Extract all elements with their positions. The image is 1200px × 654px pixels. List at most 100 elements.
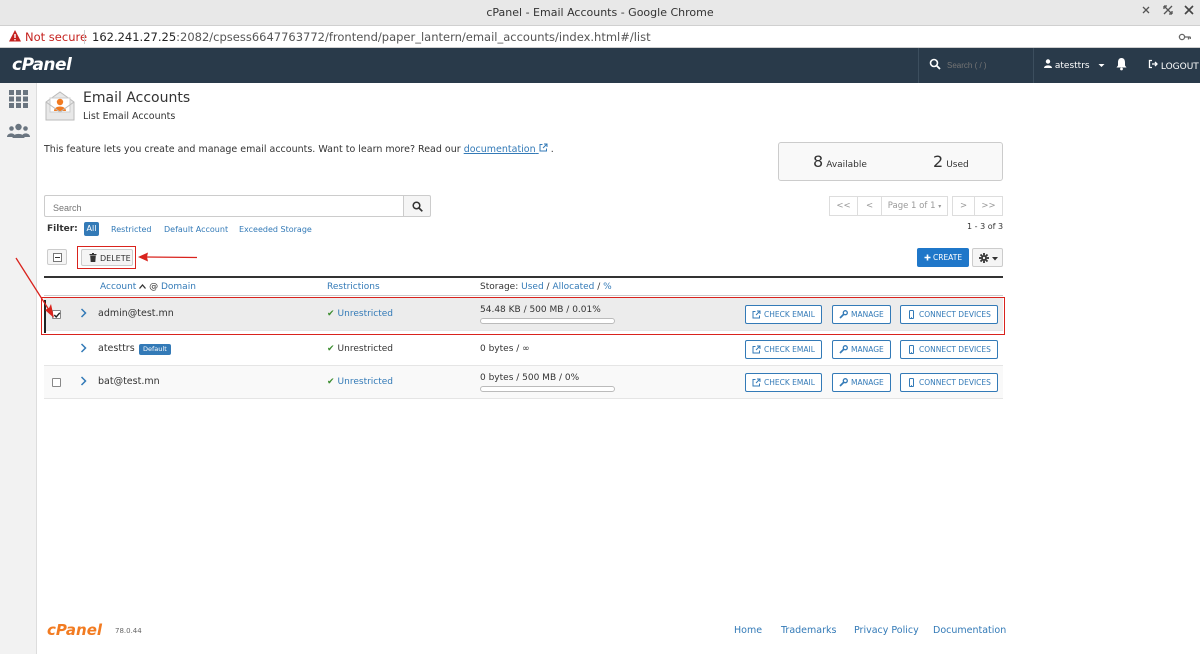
documentation-link[interactable]: documentation [463,143,548,155]
page-select-label: Page 1 of 1 [887,201,936,211]
page-subtitle: List Email Accounts [83,111,176,122]
create-label: CREATE [933,253,963,262]
check-icon: ✔ [327,344,335,354]
annotation-highlight-delete [77,246,136,269]
manage-button[interactable]: MANAGE [832,373,891,392]
mobile-device-icon [909,378,914,387]
header-search[interactable] [918,48,1034,83]
sort-up-icon [139,284,147,289]
documentation-link-label: documentation [463,144,536,155]
bell-icon[interactable] [1115,57,1128,71]
cpanel-header: cPanel atesttrs LOGOUT [0,48,1200,83]
sort-restrictions-header[interactable]: Restrictions [327,282,380,292]
table-row[interactable]: bat@test.mn ✔ Unrestricted 0 bytes / 500 … [44,366,1003,399]
account-name: bat@test.mn [98,376,160,387]
user-menu[interactable]: atesttrs [1044,59,1105,71]
used-label: Used [946,160,969,170]
users-group-icon[interactable] [7,123,30,139]
header-search-input[interactable] [945,58,1029,72]
grid-apps-icon[interactable] [9,90,28,108]
search-button[interactable] [404,195,431,217]
default-badge: Default [139,344,171,355]
footer-link-home[interactable]: Home [734,625,762,636]
gear-icon [979,253,989,263]
restriction-status: ✔ Unrestricted [327,344,393,354]
footer-link-privacy-policy[interactable]: Privacy Policy [854,625,919,636]
cpanel-logo[interactable]: cPanel [12,55,72,75]
connect-devices-label: CONNECT DEVICES [919,378,991,387]
restriction-label: Unrestricted [337,377,394,387]
url-host: 162.241.27.25 [92,30,177,44]
last-page-button[interactable]: >> [974,196,1003,216]
address-bar[interactable]: Not secure 162.241.27.25:2082/cpsess6647… [0,26,1200,48]
sort-domain-header[interactable]: Domain [161,282,196,292]
sort-allocated-header[interactable]: Allocated [552,282,594,292]
connect-devices-button[interactable]: CONNECT DEVICES [900,340,998,359]
restriction-status[interactable]: ✔ Unrestricted [327,377,393,387]
plus-icon [924,254,931,261]
logout-button[interactable]: LOGOUT [1148,59,1199,72]
page-title: Email Accounts [83,90,191,106]
key-icon[interactable] [1178,30,1192,44]
check-email-button[interactable]: CHECK EMAIL [745,340,822,359]
chevron-right-icon[interactable] [80,376,87,386]
maximize-icon[interactable] [1160,4,1176,20]
connect-devices-button[interactable]: CONNECT DEVICES [900,373,998,392]
check-email-label: CHECK EMAIL [764,378,815,387]
warning-icon [9,30,21,42]
filter-default-account[interactable]: Default Account [164,225,228,234]
manage-button[interactable]: MANAGE [832,340,891,359]
security-status[interactable]: Not secure [25,30,87,44]
wrench-icon [839,378,848,387]
window-titlebar: cPanel - Email Accounts - Google Chrome [0,0,1200,26]
account-search[interactable] [44,195,404,218]
first-page-button[interactable]: << [829,196,858,216]
logout-label: LOGOUT [1160,62,1199,72]
connect-devices-label: CONNECT DEVICES [919,345,991,354]
storage-usage: 0 bytes / ∞ [480,344,530,354]
chevron-right-icon[interactable] [80,343,87,353]
account-search-input[interactable] [45,198,403,218]
create-button[interactable]: CREATE [917,248,969,267]
settings-dropdown[interactable] [972,248,1003,267]
check-email-button[interactable]: CHECK EMAIL [745,373,822,392]
available-stat: 8 Available [813,152,867,171]
footer-link-trademarks[interactable]: Trademarks [781,625,836,636]
sort-account-header[interactable]: Account @ Domain [100,282,196,292]
close-window-icon[interactable] [1181,4,1197,20]
minimize-icon[interactable] [1138,4,1154,20]
caret-down-icon: ▾ [938,203,942,210]
caret-down-icon [992,257,998,261]
external-link-icon [539,143,548,152]
logout-icon [1148,59,1158,69]
manage-label: MANAGE [851,378,884,387]
user-icon [1044,59,1052,68]
sort-used-header[interactable]: Used [521,282,544,292]
address-divider [84,30,85,44]
used-stat: 2 Used [933,152,969,171]
filter-exceeded-storage[interactable]: Exceeded Storage [239,225,312,234]
check-email-label: CHECK EMAIL [764,345,815,354]
wrench-icon [839,345,848,354]
check-icon: ✔ [327,377,335,387]
row-checkbox[interactable] [52,378,61,387]
url-text[interactable]: 162.241.27.25:2082/cpsess6647763772/fron… [92,30,651,44]
footer-link-documentation[interactable]: Documentation [933,625,1006,636]
filter-all-button[interactable]: All [84,222,99,236]
available-label: Available [826,160,867,170]
account-stats: 8 Available 2 Used [778,142,1003,181]
next-page-button[interactable]: > [952,196,975,216]
prev-page-button[interactable]: < [857,196,882,216]
storage-header-label: Storage: [480,282,519,292]
page-select[interactable]: Page 1 of 1 ▾ [881,196,948,216]
footer-logo[interactable]: cPanel [47,621,102,639]
filter-label: Filter: [47,224,78,234]
filter-restricted[interactable]: Restricted [111,225,151,234]
search-icon [929,58,941,70]
storage-usage: 0 bytes / 500 MB / 0% [480,373,580,383]
table-row[interactable]: atesttrs Default ✔ Unrestricted 0 bytes /… [44,333,1003,366]
manage-label: MANAGE [851,345,884,354]
mobile-device-icon [909,345,914,354]
sort-percent-header[interactable]: % [603,282,612,292]
account-header-label: Account [100,282,137,292]
